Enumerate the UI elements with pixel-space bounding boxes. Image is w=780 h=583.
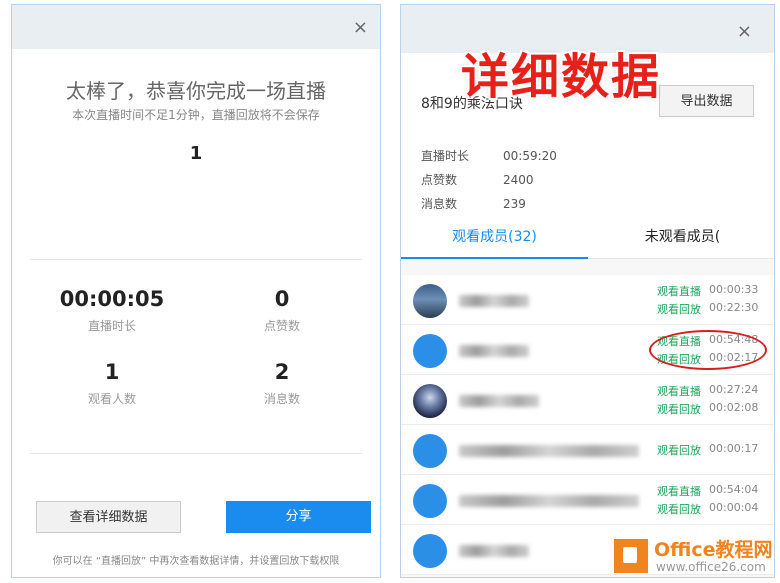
rank-number: 1 xyxy=(189,143,203,164)
dialog-subtitle: 本次直播时间不足1分钟，直播回放将不会保存 xyxy=(72,108,320,122)
member-tabs: 观看成员(32) 未观看成员( xyxy=(401,218,774,259)
avatar xyxy=(413,334,447,368)
detail-data-dialog: × 8和9的乘法口诀 导出数据 直播时长 00:59:20 点赞数 2400 消息数… xyxy=(400,4,775,578)
live-finished-dialog: × 太棒了，恭喜你完成一场直播 本次直播时间不足1分钟，直播回放将不会保存 1 … xyxy=(11,4,381,578)
info-label: 直播时长 xyxy=(421,149,470,163)
divider xyxy=(30,453,362,454)
export-data-button[interactable]: 导出数据 xyxy=(659,85,754,117)
info-messages: 消息数 239 xyxy=(421,195,526,212)
watermark-url: www.office26.com xyxy=(656,560,766,574)
member-name-blurred xyxy=(459,545,529,557)
stat-label: 观看人数 xyxy=(87,392,136,406)
activity-time: 00:54:04 xyxy=(709,483,759,496)
avatar xyxy=(413,434,447,468)
activity-time: 00:22:30 xyxy=(709,301,759,314)
activity-label: 观看直播 xyxy=(657,385,701,398)
divider xyxy=(30,259,362,260)
avatar xyxy=(413,534,447,568)
stat-value: 00:00:05 xyxy=(59,287,165,311)
dialog-title: 太棒了，恭喜你完成一场直播 xyxy=(66,79,326,103)
info-label: 消息数 xyxy=(421,197,458,211)
avatar xyxy=(413,284,447,318)
stat-value: 1 xyxy=(104,360,120,384)
stat-duration: 00:00:05 直播时长 xyxy=(27,287,197,334)
member-row[interactable]: 观看直播 00:54:04 观看回放 00:00:04 xyxy=(401,475,774,525)
stat-messages: 2 消息数 xyxy=(197,360,367,407)
activity-time: 00:00:04 xyxy=(709,501,759,514)
tab-unwatched[interactable]: 未观看成员( xyxy=(589,226,774,246)
avatar xyxy=(413,384,447,418)
view-details-button[interactable]: 查看详细数据 xyxy=(36,501,181,533)
stat-value: 0 xyxy=(274,287,290,311)
info-value: 2400 xyxy=(503,173,534,187)
stat-value: 2 xyxy=(274,360,290,384)
activity-label: 观看直播 xyxy=(657,285,701,298)
avatar xyxy=(413,484,447,518)
member-row[interactable]: 观看直播 00:27:24 观看回放 00:02:08 xyxy=(401,375,774,425)
member-name-blurred xyxy=(459,495,639,507)
activity-label: 观看回放 xyxy=(657,503,701,516)
stat-likes: 0 点赞数 xyxy=(197,287,367,334)
footer-hint: 你可以在 “直播回放” 中再次查看数据详情，并设置回放下载权限 xyxy=(52,556,340,567)
share-button[interactable]: 分享 xyxy=(226,501,371,533)
member-row[interactable]: 观看回放 00:00:17 xyxy=(401,425,774,475)
member-name-blurred xyxy=(459,445,639,457)
close-icon[interactable]: × xyxy=(353,19,368,37)
highlight-circle xyxy=(649,330,767,370)
member-name-blurred xyxy=(459,345,529,357)
info-likes: 点赞数 2400 xyxy=(421,171,534,188)
stat-label: 点赞数 xyxy=(263,319,300,333)
dialog-header xyxy=(12,5,380,49)
activity-time: 00:00:33 xyxy=(709,283,759,296)
member-name-blurred xyxy=(459,395,539,407)
office-logo-icon xyxy=(614,539,648,573)
activity-label: 观看回放 xyxy=(657,303,701,316)
activity-time: 00:02:08 xyxy=(709,401,759,414)
watermark: Office教程网 www.office26.com xyxy=(614,535,776,579)
stat-label: 直播时长 xyxy=(87,319,136,333)
activity-label: 观看回放 xyxy=(657,403,701,416)
stat-label: 消息数 xyxy=(263,392,300,406)
watermark-brand: Office教程网 xyxy=(654,539,773,561)
member-name-blurred xyxy=(459,295,529,307)
activity-label: 观看直播 xyxy=(657,485,701,498)
close-icon[interactable]: × xyxy=(737,23,752,41)
info-value: 239 xyxy=(503,197,526,211)
info-label: 点赞数 xyxy=(421,173,458,187)
activity-label: 观看回放 xyxy=(657,444,701,457)
activity-time: 00:27:24 xyxy=(709,383,759,396)
stat-viewers: 1 观看人数 xyxy=(27,360,197,407)
overlay-title: 详细数据 xyxy=(461,49,662,105)
activity-time: 00:00:17 xyxy=(709,442,759,455)
member-row[interactable]: 观看直播 00:00:33 观看回放 00:22:30 xyxy=(401,275,774,325)
info-duration: 直播时长 00:59:20 xyxy=(421,147,557,164)
tab-watched[interactable]: 观看成员(32) xyxy=(401,226,588,246)
info-value: 00:59:20 xyxy=(503,149,557,163)
